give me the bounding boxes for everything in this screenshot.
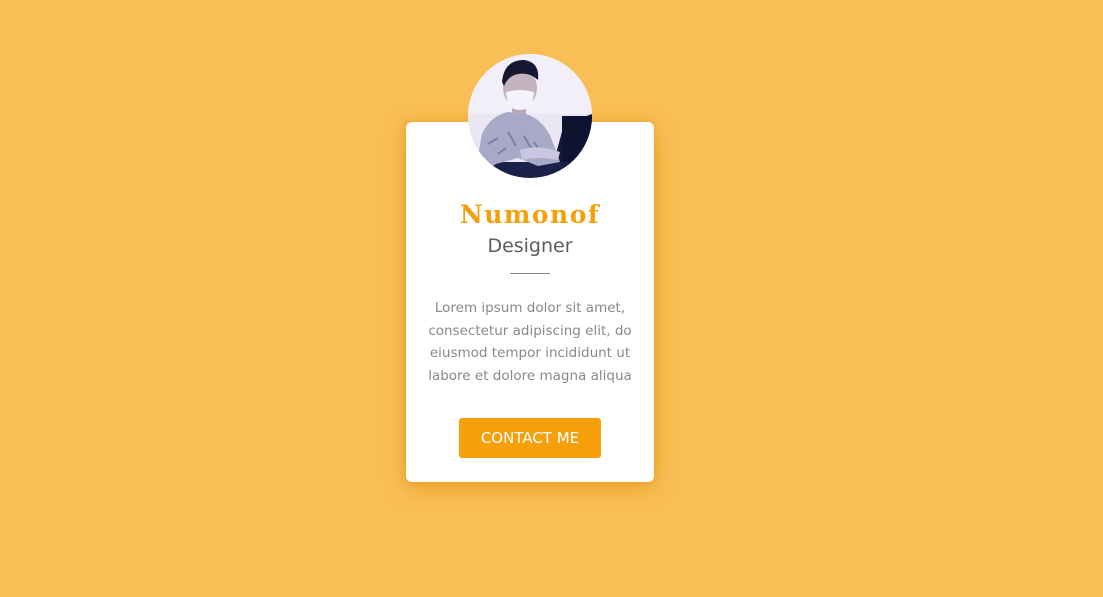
- avatar: [468, 54, 592, 178]
- contact-me-button[interactable]: CONTACT ME: [459, 418, 601, 458]
- profile-description: Lorem ipsum dolor sit amet, consectetur …: [428, 300, 632, 384]
- avatar-photo: [468, 54, 592, 178]
- profile-role: Designer: [487, 235, 573, 257]
- divider: [510, 273, 550, 274]
- profile-name: Numonof: [459, 200, 601, 229]
